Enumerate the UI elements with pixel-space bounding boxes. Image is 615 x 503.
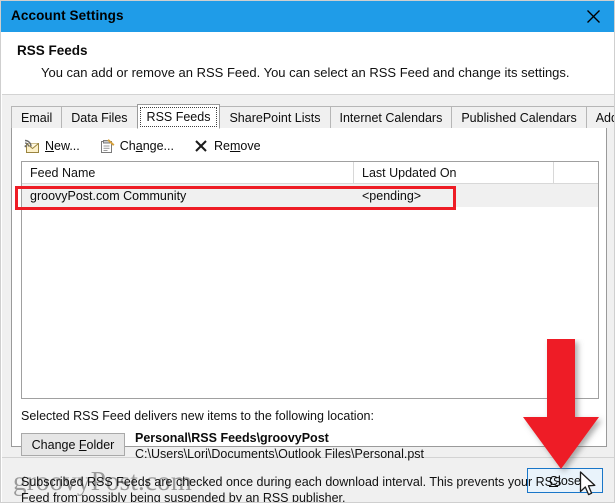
tabstrip: Email Data Files RSS Feeds SharePoint Li… (11, 104, 614, 129)
tab-internet-calendars[interactable]: Internet Calendars (329, 106, 453, 128)
delivery-file-path: C:\Users\Lori\Documents\Outlook Files\Pe… (135, 447, 424, 461)
page-title: RSS Feeds (17, 43, 88, 58)
account-settings-dialog: Account Settings RSS Feeds You can add o… (0, 0, 615, 503)
delivery-folder-path: Personal\RSS Feeds\groovyPost (135, 431, 329, 445)
rss-feeds-listview[interactable]: Feed Name Last Updated On groovyPost.com… (21, 161, 599, 399)
tab-label: SharePoint Lists (229, 110, 321, 125)
delivery-location-label: Selected RSS Feed delivers new items to … (21, 409, 374, 423)
tab-sharepoint-lists[interactable]: SharePoint Lists (219, 106, 331, 128)
rss-toolbar: New... Change... Remove (21, 135, 277, 157)
column-header-feed-name[interactable]: Feed Name (22, 162, 354, 183)
dialog-header: RSS Feeds You can add or remove an RSS F… (2, 32, 614, 94)
page-description: You can add or remove an RSS Feed. You c… (41, 65, 570, 80)
tab-label: Internet Calendars (339, 110, 443, 125)
window-title: Account Settings (11, 8, 124, 23)
remove-button[interactable]: Remove (190, 136, 267, 156)
tab-data-files[interactable]: Data Files (61, 106, 138, 128)
cell-feed-name: groovyPost.com Community (30, 188, 187, 203)
new-rss-feed-icon (23, 138, 41, 154)
tab-label: Email (21, 110, 53, 125)
change-rss-feed-icon (98, 138, 116, 154)
cell-last-updated-on: <pending> (362, 188, 422, 203)
tab-label: RSS Feeds (146, 109, 211, 124)
subscription-note: Subscribed RSS Feeds are checked once du… (21, 475, 562, 503)
change-folder-button-label: Change Folder (31, 437, 115, 452)
tab-rss-feeds[interactable]: RSS Feeds (136, 104, 221, 129)
new-button-label: New... (45, 139, 80, 153)
tab-label: Published Calendars (461, 110, 577, 125)
tab-label: Data Files (71, 110, 128, 125)
remove-x-icon (192, 138, 210, 154)
listview-header: Feed Name Last Updated On (22, 162, 598, 184)
tab-label: Address Books (595, 110, 614, 125)
cell-extra (554, 184, 598, 207)
tab-address-books[interactable]: Address Books (585, 106, 614, 128)
rss-feeds-panel: New... Change... Remove Feed Name Last U… (11, 127, 607, 502)
tab-published-calendars[interactable]: Published Calendars (451, 106, 587, 128)
title-bar: Account Settings (1, 1, 614, 32)
change-button-label: Change... (119, 139, 174, 153)
change-folder-button[interactable]: Change Folder (21, 433, 125, 456)
remove-button-label: Remove (213, 139, 261, 153)
close-x-icon[interactable] (570, 1, 614, 32)
tab-email[interactable]: Email (11, 106, 63, 128)
column-header-extra[interactable] (554, 162, 598, 183)
tab-area: Email Data Files RSS Feeds SharePoint Li… (2, 95, 614, 502)
change-button[interactable]: Change... (96, 136, 180, 156)
new-button[interactable]: New... (21, 136, 86, 156)
column-header-last-updated-on[interactable]: Last Updated On (354, 162, 554, 183)
table-row[interactable]: groovyPost.com Community <pending> (22, 184, 598, 207)
